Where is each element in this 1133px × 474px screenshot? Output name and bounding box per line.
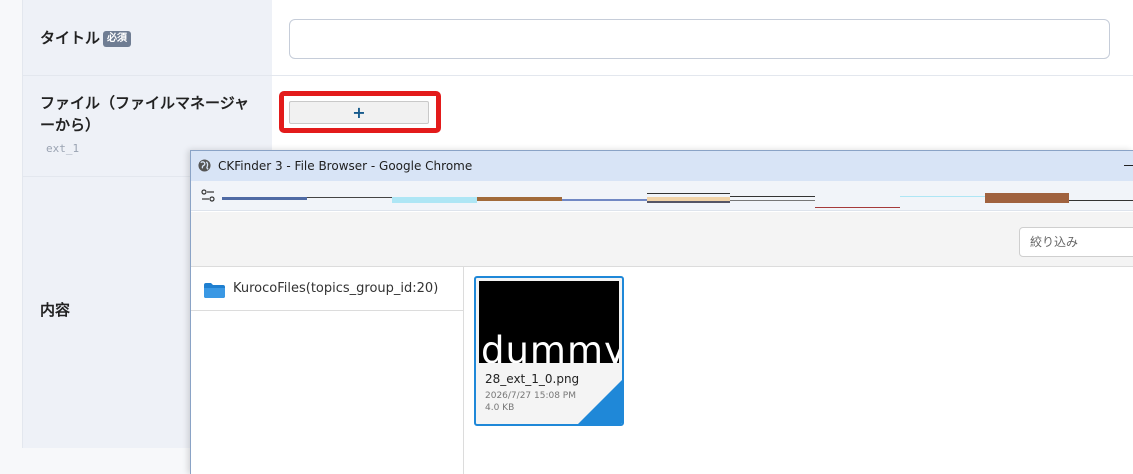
title-input[interactable] (289, 19, 1110, 59)
site-info-icon[interactable] (201, 189, 215, 203)
file-size: 4.0 KB (485, 403, 515, 413)
add-file-button[interactable]: + (289, 101, 429, 124)
file-name: 28_ext_1_0.png (485, 372, 580, 386)
folder-panel: KurocoFiles(topics_group_id:20) (191, 267, 464, 474)
folder-icon (204, 283, 225, 298)
url-segment (647, 201, 730, 203)
field-key: ext_1 (46, 142, 80, 155)
url-segment (222, 197, 307, 200)
file-date: 2026/7/27 15:08 PM (485, 391, 576, 401)
file-thumbnail: dummy (479, 281, 619, 363)
url-segment (900, 196, 985, 197)
url-bar[interactable] (222, 191, 1133, 208)
url-segment (477, 197, 562, 201)
row-label-title: タイトル 必須 (23, 0, 272, 75)
folder-item[interactable]: KurocoFiles(topics_group_id:20) (191, 267, 463, 311)
url-segment (730, 196, 815, 197)
folder-label: KurocoFiles(topics_group_id:20) (233, 281, 439, 296)
ckfinder-toolbar (191, 212, 1133, 267)
url-segment (647, 193, 730, 194)
popup-titlebar[interactable]: CKFinder 3 - File Browser - Google Chrom… (191, 151, 1133, 181)
filter-input[interactable] (1019, 227, 1133, 257)
content-label: 内容 (40, 301, 71, 319)
file-label-line-1: ファイル（ファイルマネージャ (40, 94, 249, 112)
url-segment (815, 207, 900, 208)
popup-title: CKFinder 3 - File Browser - Google Chrom… (218, 159, 473, 173)
thumbnail-text: dummy (481, 329, 619, 363)
url-segment (1069, 200, 1133, 201)
minimize-icon[interactable] (1124, 165, 1133, 166)
globe-icon (198, 159, 211, 172)
ckfinder-popup-window: CKFinder 3 - File Browser - Google Chrom… (190, 150, 1133, 474)
selected-corner-marker (578, 380, 622, 424)
form-row-title: タイトル 必須 (23, 0, 1133, 76)
address-bar (191, 181, 1133, 211)
url-segment (985, 193, 1069, 203)
required-badge: 必須 (103, 31, 132, 47)
url-segment (392, 197, 477, 203)
url-segment (562, 199, 647, 201)
title-label-wrap: タイトル 必須 (40, 27, 132, 49)
file-label: ファイル（ファイルマネージャ ーから） (40, 92, 249, 136)
title-label: タイトル (40, 29, 101, 47)
files-panel: dummy 28_ext_1_0.png 2026/7/27 15:08 PM … (465, 267, 1133, 474)
url-segment (730, 200, 815, 201)
url-segment (307, 197, 392, 198)
file-tile[interactable]: dummy 28_ext_1_0.png 2026/7/27 15:08 PM … (474, 276, 624, 426)
file-label-line-2: ーから） (40, 116, 101, 134)
